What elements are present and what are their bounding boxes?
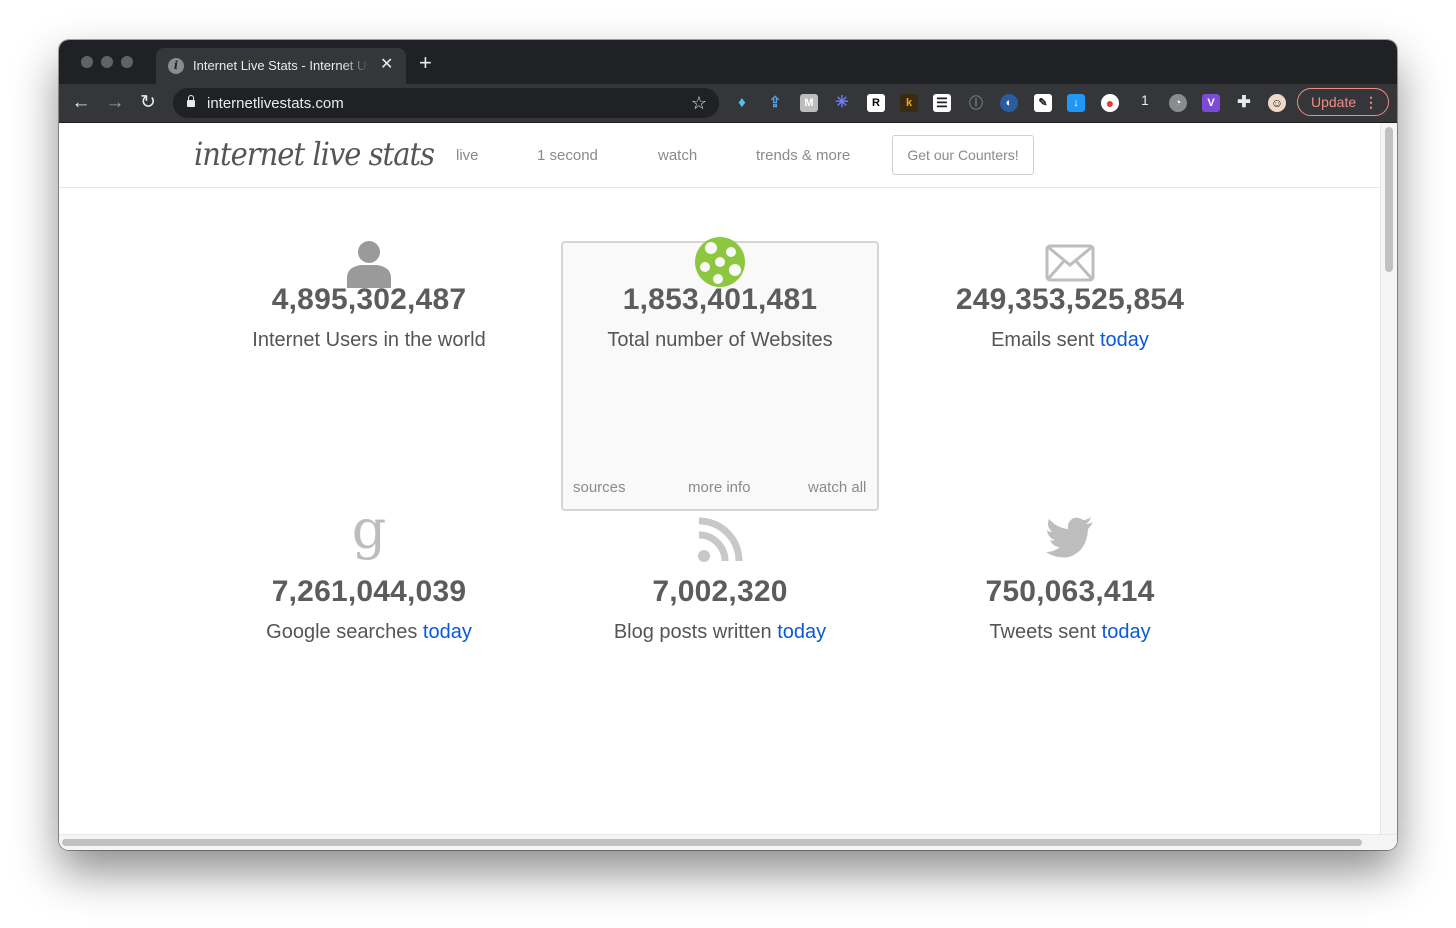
vertical-scroll-thumb[interactable] [1385, 127, 1393, 272]
stat-tweets: 750,063,414 Tweets sent today [900, 517, 1240, 644]
stat-label: Google searches today [266, 621, 472, 643]
extensions-puzzle-icon[interactable]: ✚ [1235, 94, 1253, 112]
minimize-window-button[interactable] [101, 56, 113, 68]
stat-label: Internet Users in the world [252, 329, 486, 351]
update-label: Update [1311, 94, 1357, 110]
stat-value: 4,895,302,487 [271, 283, 467, 316]
snowflake-extension-icon[interactable]: ✳ [833, 94, 851, 112]
browser-window: i Internet Live Stats - Internet Usage &… [59, 40, 1397, 850]
compose-extension-icon[interactable]: ✎ [1034, 94, 1052, 112]
circle-extension-icon[interactable]: ◔ [1169, 94, 1187, 112]
maximize-window-button[interactable] [121, 56, 133, 68]
today-link[interactable]: today [423, 621, 472, 643]
stat-label: Emails sent today [991, 329, 1149, 351]
reload-icon[interactable]: ↻ [137, 92, 159, 114]
globe-icon [695, 237, 745, 287]
stat-label: Tweets sent today [989, 621, 1151, 643]
share-extension-icon[interactable]: ⇪ [766, 94, 784, 112]
info-extension-icon[interactable]: ⓘ [967, 94, 985, 112]
stat-label: Blog posts written today [613, 621, 827, 643]
pokeball-extension-icon[interactable]: ● [1101, 94, 1119, 112]
stat-value: 7,261,044,039 [271, 575, 467, 608]
user-icon [347, 241, 391, 288]
stat-value: 750,063,414 [985, 575, 1155, 608]
stat-value: 1,853,401,481 [622, 283, 818, 316]
stat-google-searches: g 7,261,044,039 Google searches today [199, 503, 539, 644]
v-extension-icon[interactable]: V [1202, 94, 1220, 112]
k-extension-icon[interactable]: k [900, 94, 918, 112]
close-window-button[interactable] [81, 56, 93, 68]
lock-icon [187, 95, 195, 107]
menu-dots-icon: ⋮ [1364, 94, 1378, 110]
more-info-link[interactable]: more info [688, 479, 751, 496]
back-arrow-icon[interactable]: ← [70, 92, 92, 114]
envelope-icon [1045, 244, 1095, 282]
vertical-scrollbar[interactable] [1380, 123, 1397, 835]
notes-extension-icon[interactable]: ☰ [933, 94, 951, 112]
google-icon: g [351, 498, 387, 561]
diamond-extension-icon[interactable]: ♦ [733, 94, 751, 112]
nav-trends-more[interactable]: trends & more [756, 147, 850, 164]
today-link[interactable]: today [1100, 329, 1149, 351]
info-icon: i [168, 58, 184, 74]
browser-tab-active[interactable]: i Internet Live Stats - Internet Usage &… [156, 48, 406, 84]
browser-toolbar: ← → ↻ internetlivestats.com ☆ ♦ ⇪ M ✳ R … [59, 84, 1397, 123]
download-extension-icon[interactable]: ↓ [1067, 94, 1085, 112]
stat-websites: 1,853,401,481 Total number of Websites [550, 237, 890, 352]
stat-label: Total number of Websites [607, 329, 833, 351]
extension-badge-count: 1 [1141, 92, 1149, 108]
today-link[interactable]: today [777, 621, 826, 643]
horizontal-scroll-thumb[interactable] [62, 839, 1362, 846]
page-viewport: internet live stats live 1 second watch … [59, 123, 1397, 850]
sources-link[interactable]: sources [573, 479, 626, 496]
stat-emails: 249,353,525,854 Emails sent today [900, 244, 1240, 352]
update-button[interactable]: Update ⋮ [1297, 88, 1389, 116]
stat-value: 249,353,525,854 [955, 283, 1185, 316]
address-bar[interactable]: internetlivestats.com ☆ [173, 88, 719, 118]
close-tab-icon[interactable]: ✕ [380, 56, 393, 74]
get-counters-button[interactable]: Get our Counters! [892, 135, 1034, 175]
profile-avatar-icon[interactable]: ☺ [1268, 94, 1286, 112]
site-logo[interactable]: internet live stats [194, 135, 435, 172]
nav-1-second[interactable]: 1 second [537, 147, 598, 164]
watch-all-link[interactable]: watch all [808, 479, 866, 496]
url-text: internetlivestats.com [207, 95, 344, 112]
horizontal-scrollbar[interactable] [59, 834, 1397, 850]
r-extension-icon[interactable]: R [867, 94, 885, 112]
tab-title: Internet Live Stats - Internet Usage & S… [193, 58, 369, 73]
today-link[interactable]: today [1102, 621, 1151, 643]
site-header: internet live stats live 1 second watch … [59, 123, 1381, 188]
nav-live[interactable]: live [456, 147, 479, 164]
forward-arrow-icon[interactable]: → [104, 92, 126, 114]
stat-internet-users: 4,895,302,487 Internet Users in the worl… [199, 241, 539, 352]
tab-strip: i Internet Live Stats - Internet Usage &… [59, 40, 1397, 84]
stat-value: 7,002,320 [652, 575, 788, 608]
bookmark-star-icon[interactable]: ☆ [691, 93, 707, 113]
m-extension-icon[interactable]: M [800, 94, 818, 112]
new-tab-icon[interactable]: + [419, 52, 432, 74]
bookmark-extension-icon[interactable]: ◐ [1000, 94, 1018, 112]
nav-watch[interactable]: watch [658, 147, 697, 164]
rss-icon [698, 517, 743, 562]
stat-blog-posts: 7,002,320 Blog posts written today [550, 517, 890, 644]
twitter-icon [1046, 517, 1093, 558]
